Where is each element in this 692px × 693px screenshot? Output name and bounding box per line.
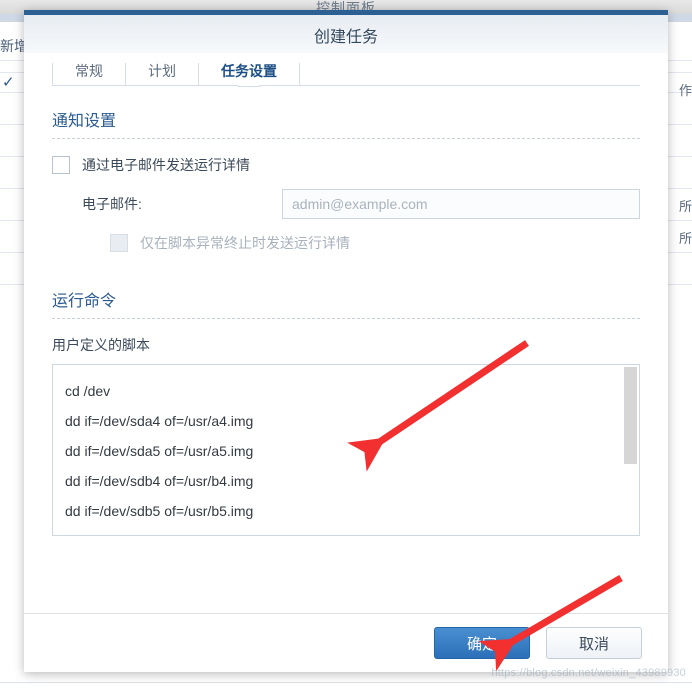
email-notify-label: 通过电子邮件发送运行详情 — [82, 157, 250, 173]
cancel-button[interactable]: 取消 — [546, 627, 642, 659]
abnormal-only-checkbox-row[interactable]: 仅在脚本异常终止时发送运行详情 — [110, 233, 640, 253]
create-task-dialog: 创建任务 常规 计划 任务设置 通知设置 通过电子邮件发送运行详情 电子邮件: … — [24, 10, 668, 672]
background-column-label-3: 所 — [678, 231, 692, 246]
email-field-label: 电子邮件: — [82, 196, 142, 212]
script-field-label: 用户定义的脚本 — [52, 337, 150, 353]
email-notify-checkbox[interactable] — [52, 156, 70, 174]
background-column-label-2: 所 — [678, 199, 692, 214]
run-command-section-divider — [52, 318, 640, 319]
tab-schedule[interactable]: 计划 — [126, 63, 199, 85]
email-field-row: 电子邮件: — [82, 189, 640, 219]
background-column-label-1: 作 — [678, 83, 692, 98]
dialog-title: 创建任务 — [313, 29, 378, 46]
script-textarea[interactable]: cd /dev dd if=/dev/sda4 of=/usr/a4.img d… — [53, 365, 625, 535]
script-scrollbar-thumb[interactable] — [624, 367, 637, 464]
abnormal-only-checkbox[interactable] — [110, 234, 128, 252]
script-scrollbar-track[interactable] — [624, 366, 638, 534]
dialog-header: 创建任务 — [24, 15, 668, 53]
background-bottom-strip — [0, 682, 692, 693]
tab-general[interactable]: 常规 — [52, 63, 126, 85]
abnormal-only-label: 仅在脚本异常终止时发送运行详情 — [140, 235, 350, 251]
email-notify-checkbox-row[interactable]: 通过电子邮件发送运行详情 — [52, 155, 640, 175]
notification-section-title: 通知设置 — [52, 113, 117, 130]
script-textarea-wrapper: cd /dev dd if=/dev/sda4 of=/usr/a4.img d… — [52, 364, 640, 536]
run-command-section: 运行命令 用户定义的脚本 cd /dev dd if=/dev/sda4 of=… — [52, 287, 640, 536]
run-command-section-title: 运行命令 — [52, 293, 117, 310]
dialog-tabbar: 常规 计划 任务设置 — [24, 53, 668, 87]
ok-button[interactable]: 确定 — [434, 627, 530, 659]
watermark-text: https://blog.csdn.net/weixin_43989930 — [491, 667, 686, 679]
dialog-footer: 确定 取消 — [24, 613, 668, 672]
dialog-body: 通知设置 通过电子邮件发送运行详情 电子邮件: 仅在脚本异常终止时发送运行详情 … — [24, 85, 668, 613]
email-input[interactable] — [282, 189, 640, 219]
chevron-down-icon[interactable]: ✓ — [2, 73, 15, 91]
notification-section-divider — [52, 138, 640, 139]
